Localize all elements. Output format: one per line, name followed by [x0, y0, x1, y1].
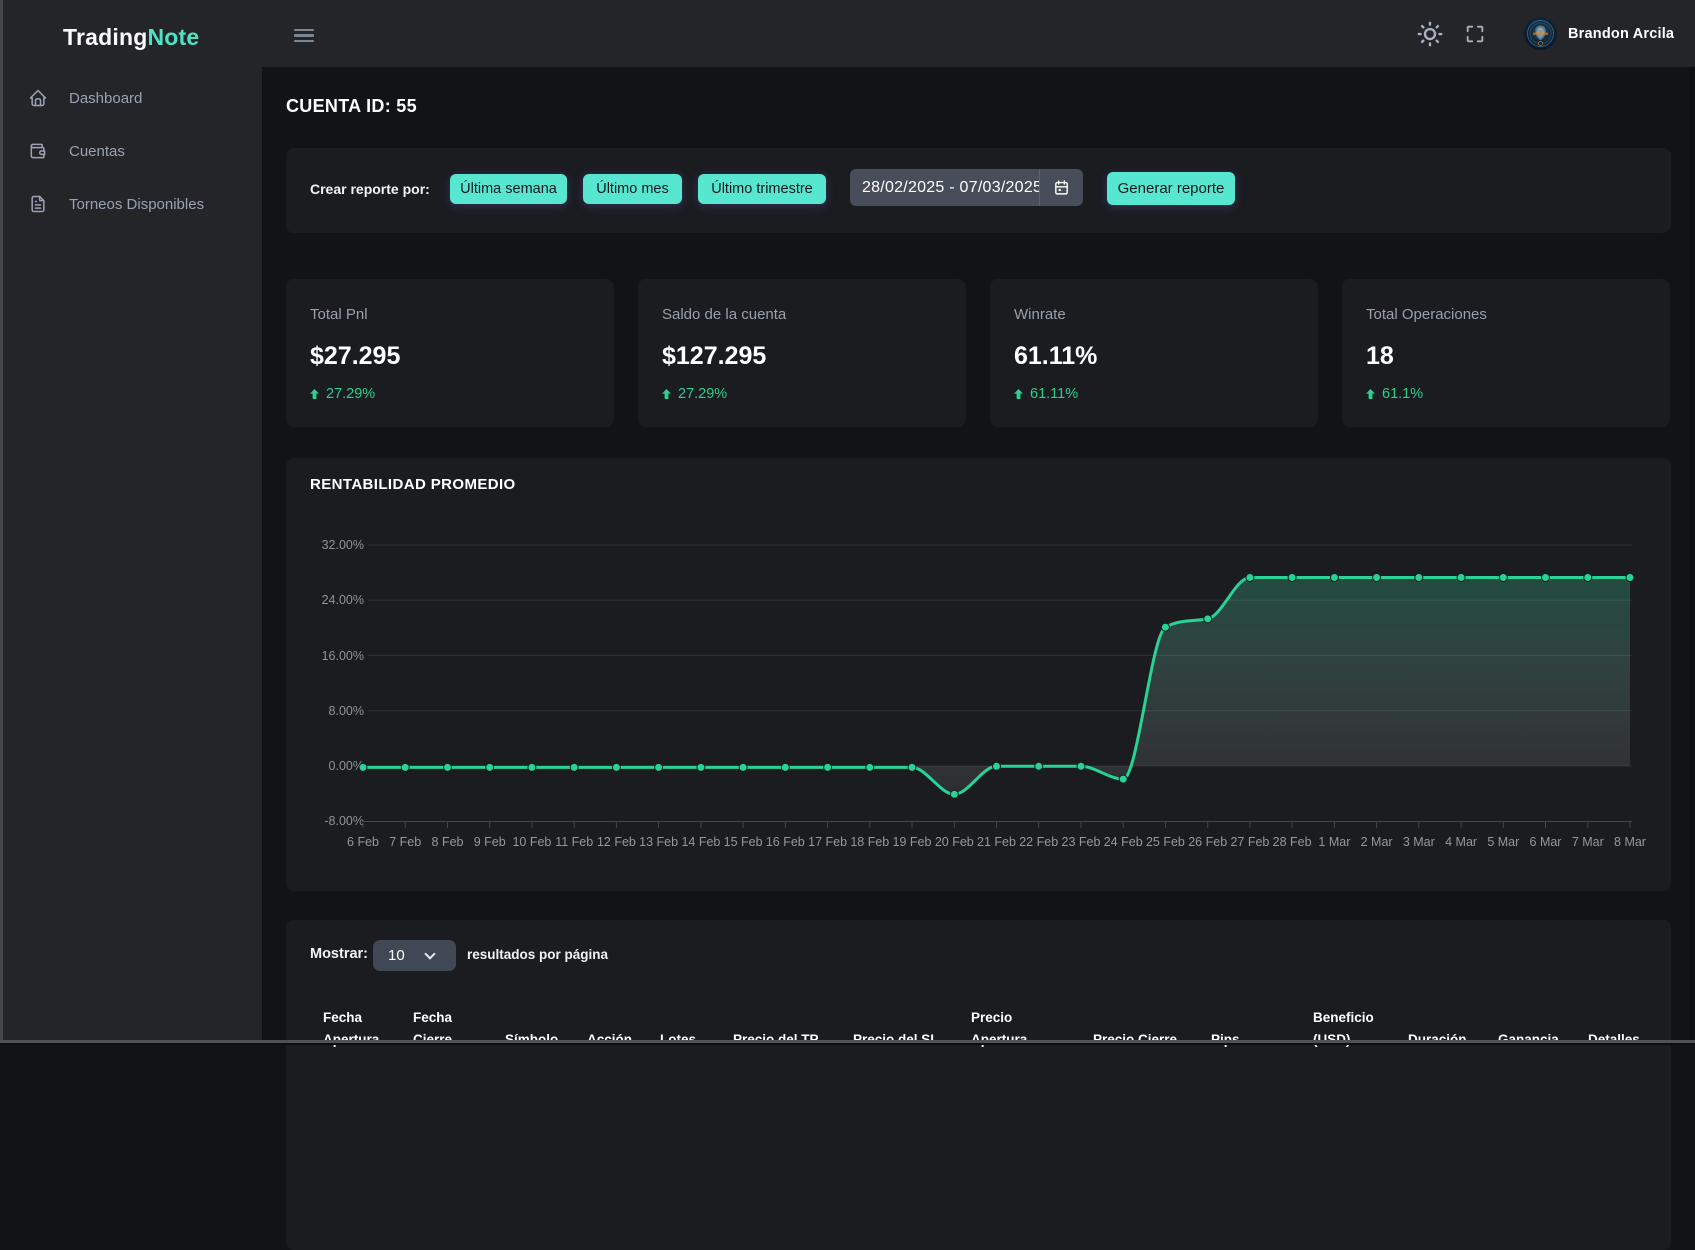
svg-text:16 Feb: 16 Feb: [766, 835, 805, 849]
svg-text:0.00%: 0.00%: [329, 759, 364, 773]
svg-text:14 Feb: 14 Feb: [681, 835, 720, 849]
svg-text:6 Feb: 6 Feb: [347, 835, 379, 849]
svg-text:21 Feb: 21 Feb: [977, 835, 1016, 849]
svg-text:5 Mar: 5 Mar: [1487, 835, 1519, 849]
svg-text:4 Mar: 4 Mar: [1445, 835, 1477, 849]
svg-text:12 Feb: 12 Feb: [597, 835, 636, 849]
svg-text:18 Feb: 18 Feb: [850, 835, 889, 849]
svg-text:7 Feb: 7 Feb: [389, 835, 421, 849]
svg-text:19 Feb: 19 Feb: [893, 835, 932, 849]
svg-text:25 Feb: 25 Feb: [1146, 835, 1185, 849]
svg-text:15 Feb: 15 Feb: [724, 835, 763, 849]
svg-text:22 Feb: 22 Feb: [1019, 835, 1058, 849]
svg-text:24 Feb: 24 Feb: [1104, 835, 1143, 849]
svg-text:2 Mar: 2 Mar: [1361, 835, 1393, 849]
svg-text:9 Feb: 9 Feb: [474, 835, 506, 849]
svg-text:-8.00%: -8.00%: [324, 814, 364, 828]
svg-text:20 Feb: 20 Feb: [935, 835, 974, 849]
svg-text:17 Feb: 17 Feb: [808, 835, 847, 849]
svg-text:16.00%: 16.00%: [322, 649, 364, 663]
svg-text:8.00%: 8.00%: [329, 704, 364, 718]
svg-text:8 Mar: 8 Mar: [1614, 835, 1646, 849]
svg-text:7 Mar: 7 Mar: [1572, 835, 1604, 849]
svg-text:23 Feb: 23 Feb: [1062, 835, 1101, 849]
svg-text:32.00%: 32.00%: [322, 538, 364, 552]
svg-text:27 Feb: 27 Feb: [1230, 835, 1269, 849]
svg-text:10 Feb: 10 Feb: [512, 835, 551, 849]
svg-text:11 Feb: 11 Feb: [555, 835, 593, 849]
svg-text:3 Mar: 3 Mar: [1403, 835, 1435, 849]
svg-text:8 Feb: 8 Feb: [432, 835, 464, 849]
svg-text:26 Feb: 26 Feb: [1188, 835, 1227, 849]
svg-text:1 Mar: 1 Mar: [1318, 835, 1350, 849]
svg-text:28 Feb: 28 Feb: [1273, 835, 1312, 849]
svg-text:6 Mar: 6 Mar: [1530, 835, 1562, 849]
svg-text:24.00%: 24.00%: [322, 593, 364, 607]
svg-text:13 Feb: 13 Feb: [639, 835, 678, 849]
